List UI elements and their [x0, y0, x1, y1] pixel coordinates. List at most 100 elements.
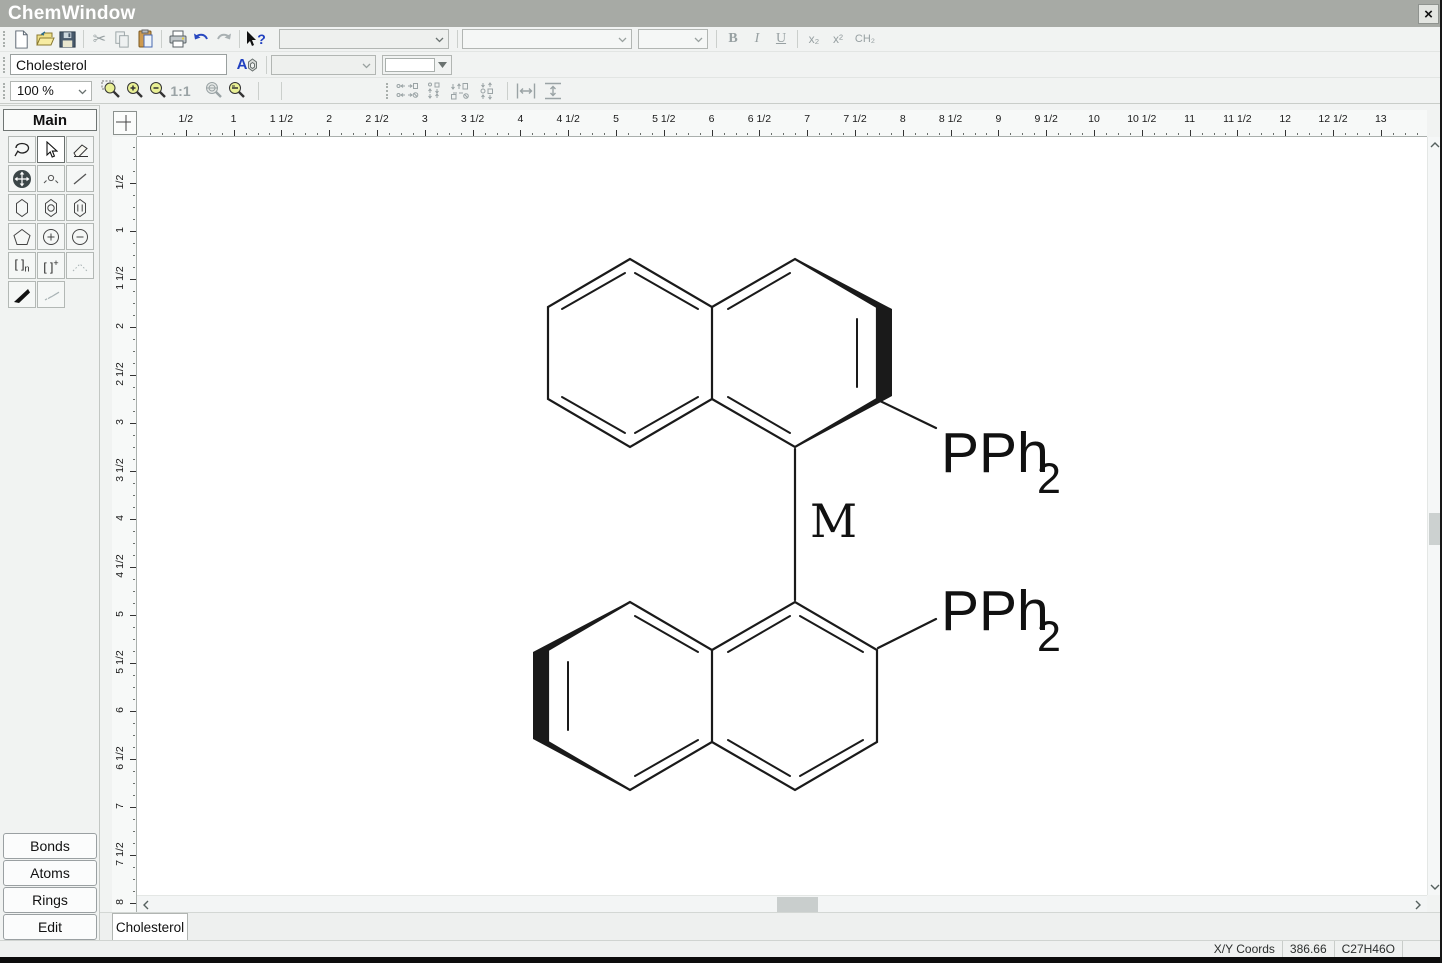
scroll-up-button[interactable] — [1428, 139, 1442, 151]
move-tool[interactable] — [8, 165, 36, 192]
zoom-level-combobox[interactable]: 100 % — [10, 81, 92, 101]
vertical-scroll-thumb[interactable] — [1429, 513, 1441, 545]
structure-name-input[interactable] — [10, 54, 227, 75]
save-button[interactable] — [56, 28, 79, 50]
drawing-canvas[interactable]: M PPh 2 PPh 2 — [137, 137, 1427, 895]
align-center-vertical-button[interactable] — [420, 80, 447, 102]
single-bond-icon — [71, 171, 89, 187]
style-combobox[interactable] — [271, 55, 376, 75]
bold-button[interactable]: B — [721, 31, 745, 47]
chevron-down-icon — [618, 37, 627, 43]
italic-button[interactable]: I — [745, 31, 769, 47]
font-combobox[interactable] — [462, 29, 632, 49]
atom-label-tool-button[interactable]: A — [234, 54, 261, 76]
select-tool[interactable] — [37, 136, 65, 163]
palette-page-edit[interactable]: Edit — [3, 914, 97, 940]
undo-button[interactable] — [189, 28, 212, 50]
letter-a-icon: A — [237, 56, 248, 73]
metal-label: M — [810, 494, 857, 548]
underline-button[interactable]: U — [769, 31, 793, 47]
zoom-fit-button[interactable] — [225, 80, 248, 102]
name-toolbar: A — [0, 52, 1442, 78]
hash-bond-tool[interactable] — [37, 281, 65, 308]
binap-structure[interactable]: M PPh 2 PPh 2 — [137, 137, 1427, 895]
toolbar-grip[interactable] — [386, 83, 389, 99]
toolbar-grip[interactable] — [3, 83, 6, 99]
move-icon — [12, 169, 32, 189]
chevron-down-icon — [435, 37, 444, 43]
context-help-button[interactable]: ? — [244, 28, 267, 50]
redo-arrow-icon — [214, 29, 234, 49]
cut-button[interactable]: ✂ — [88, 28, 111, 50]
zoom-area-button[interactable] — [100, 80, 123, 102]
ring-3d-icon — [247, 58, 258, 72]
palette-header[interactable]: Main — [3, 109, 97, 131]
toolbar-separator — [457, 30, 458, 48]
pentagon-icon — [12, 228, 32, 246]
crosshair-icon — [114, 112, 136, 134]
zoom-disabled-icon — [203, 80, 224, 101]
bracket-charge-tool[interactable]: [ ]+ — [37, 252, 65, 279]
line-style-combobox[interactable] — [382, 55, 452, 75]
space-horizontal-button[interactable] — [512, 80, 539, 102]
lasso-icon — [12, 141, 32, 159]
align-left-button[interactable] — [393, 80, 420, 102]
dotted-angle-icon — [70, 258, 90, 274]
chevron-down-icon — [1430, 884, 1440, 890]
palette-page-rings[interactable]: Rings — [3, 887, 97, 913]
font-size-combobox[interactable] — [638, 29, 708, 49]
redo-button[interactable] — [212, 28, 235, 50]
document-tab-cholesterol[interactable]: Cholesterol — [112, 913, 188, 941]
horizontal-scrollbar[interactable] — [137, 895, 1427, 912]
charge-plus-tool[interactable] — [37, 223, 65, 250]
angle-tool[interactable] — [37, 165, 65, 192]
align-center-vertical-icon — [424, 81, 444, 101]
superscript-button[interactable]: x² — [826, 32, 850, 46]
paste-button[interactable] — [134, 28, 157, 50]
bracket-n-tool[interactable]: [ ]n — [8, 252, 36, 279]
chevron-down-icon — [78, 89, 87, 95]
palette-page-atoms[interactable]: Atoms — [3, 860, 97, 886]
palette-page-bonds[interactable]: Bonds — [3, 833, 97, 859]
zoom-page-button[interactable] — [202, 80, 225, 102]
charge-minus-tool[interactable] — [66, 223, 94, 250]
scroll-down-button[interactable] — [1428, 881, 1442, 893]
new-document-button[interactable] — [10, 28, 33, 50]
zoom-out-button[interactable] — [146, 80, 169, 102]
ring-pentagon-tool[interactable] — [8, 223, 36, 250]
print-button[interactable] — [166, 28, 189, 50]
bracket-plus-icon: [ ]+ — [43, 258, 58, 274]
coords-value: 386.66 — [1282, 941, 1334, 957]
zoom-in-button[interactable] — [123, 80, 146, 102]
vertical-scrollbar[interactable] — [1427, 137, 1441, 895]
zoom-in-icon — [124, 80, 145, 101]
space-vertical-button[interactable] — [539, 80, 566, 102]
ring-aromatic-tool[interactable] — [37, 194, 65, 221]
subscript-button[interactable]: x₂ — [802, 32, 826, 46]
coords-caption: X/Y Coords — [1207, 941, 1282, 957]
ch2-label-button[interactable]: CH₂ — [850, 33, 880, 45]
actual-size-button[interactable]: 1:1 — [169, 80, 192, 102]
eraser-tool[interactable] — [66, 136, 94, 163]
open-button[interactable] — [33, 28, 56, 50]
bond-tool[interactable] — [66, 165, 94, 192]
wedge-bond-tool[interactable] — [8, 281, 36, 308]
template-combobox[interactable] — [279, 29, 449, 49]
hash-bond-icon — [41, 286, 61, 304]
lasso-tool[interactable] — [8, 136, 36, 163]
ring-cyclohexane-tool[interactable] — [66, 194, 94, 221]
align-bottom-button[interactable] — [474, 80, 501, 102]
dotted-bond-tool[interactable] — [66, 252, 94, 279]
scroll-left-button[interactable] — [140, 896, 152, 913]
toolbar-grip[interactable] — [3, 31, 6, 47]
ruler-origin-box[interactable] — [113, 111, 137, 135]
toolbar-grip[interactable] — [3, 57, 6, 73]
horizontal-scroll-thumb[interactable] — [777, 897, 818, 912]
close-button[interactable]: × — [1418, 4, 1439, 24]
ring-hexagon-tool[interactable] — [8, 194, 36, 221]
copy-button[interactable] — [111, 28, 134, 50]
align-top-button[interactable] — [447, 80, 474, 102]
document-tab-label: Cholesterol — [116, 920, 184, 935]
toolbar-separator — [239, 30, 240, 48]
scroll-right-button[interactable] — [1412, 896, 1424, 913]
